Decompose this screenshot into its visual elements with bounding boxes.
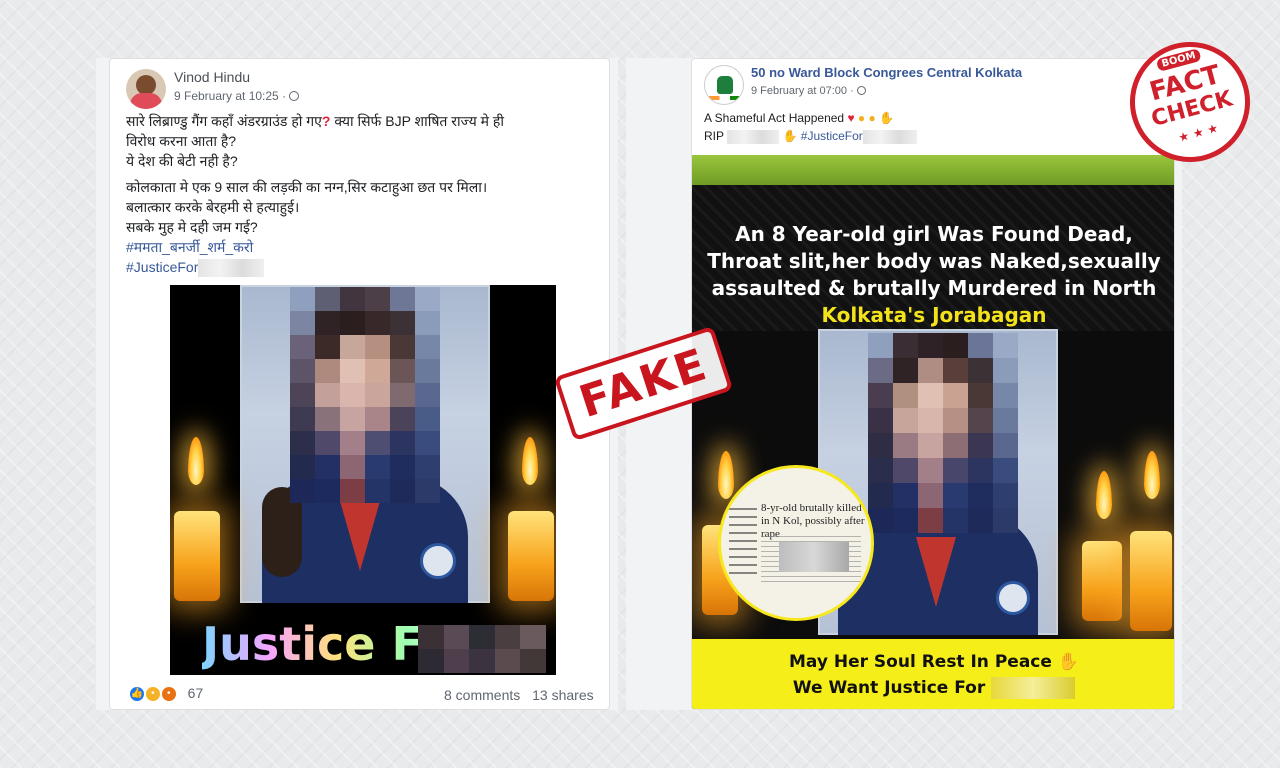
headline-line-1: An 8 Year-old girl Was Found Dead, xyxy=(735,222,1133,246)
clip-side-text xyxy=(729,508,757,578)
newspaper-clip: 8-yr-old brutally killed in N Kol, possi… xyxy=(718,465,874,621)
post-line-4: कोलकाता मे एक 9 साल की लड़की का नग्न,सिर… xyxy=(126,179,488,195)
right-candle xyxy=(508,511,554,601)
left-candle xyxy=(174,511,220,601)
globe-icon-right xyxy=(856,86,866,95)
reaction-count: 67 xyxy=(187,685,204,701)
poster-pixelated-face xyxy=(868,333,1018,533)
poster-image[interactable]: An 8 Year-old girl Was Found Dead, Throa… xyxy=(692,155,1174,709)
shares-link[interactable]: 13 shares xyxy=(532,687,593,703)
post-line-6: सबके मुह मे दही जम गई? xyxy=(126,219,258,235)
post-line-3: ये देश की बेटी नही है? xyxy=(126,153,238,169)
post-body-right: A Shameful Act Happened ♥ ● ● ✋ RIP ✋ #J… xyxy=(704,109,1164,145)
post-line-1: सारे लिब्राण्डु गैंग कहाँ अंडरग्राउंड हो… xyxy=(126,113,322,129)
timestamp-text: 9 February at 10:25 · xyxy=(174,89,287,103)
headline-line-3: assaulted & brutally Murdered in North xyxy=(711,276,1157,300)
comments-link[interactable]: 8 comments xyxy=(444,687,520,703)
rip-text: RIP xyxy=(704,129,724,143)
angry-icon: • xyxy=(159,685,178,704)
portrait-frame xyxy=(240,285,490,603)
broken-heart-icon: ♥ xyxy=(847,111,855,125)
headline-line-2: Throat slit,her body was Naked,sexually xyxy=(707,249,1161,273)
sad-face-icon: ● xyxy=(868,111,876,125)
post-line-2: विरोध करना आता है? xyxy=(126,133,237,149)
redacted-name xyxy=(198,259,265,278)
hashtag-mamata[interactable]: #ममता_बनर्जी_शर्म_करो xyxy=(126,237,596,257)
poster-right-candle-2 xyxy=(1130,531,1172,631)
poster-right-flame-1 xyxy=(1096,471,1112,519)
timestamp-text-right: 9 February at 07:00 · xyxy=(751,85,854,97)
hashtag-justice[interactable]: #JusticeFor xyxy=(126,259,198,275)
post-image[interactable]: Justice For xyxy=(170,285,556,675)
poster-headline: An 8 Year-old girl Was Found Dead, Throa… xyxy=(692,221,1174,329)
engagement-stats: 8 comments 13 shares xyxy=(444,687,594,703)
redacted-name-rip xyxy=(727,129,780,144)
post-line-5: बलात्कार करके बेरहमी से हत्याहुई। xyxy=(126,199,300,215)
hand-icon xyxy=(717,76,733,94)
headline-line-4: Kolkata's Jorabagan xyxy=(821,303,1047,327)
reactions-row[interactable]: 👍 • • 67 xyxy=(128,685,204,704)
poster-footer: May Her Soul Rest In Peace ✋ We Want Jus… xyxy=(692,639,1174,709)
congress-logo-avatar[interactable] xyxy=(704,65,744,105)
post-line-shameful: A Shameful Act Happened xyxy=(704,111,845,125)
post-timestamp[interactable]: 9 February at 10:25 · xyxy=(174,89,300,103)
left-post-card: Vinod Hindu 9 February at 10:25 · सारे ल… xyxy=(109,58,610,710)
redacted-name-footer xyxy=(991,677,1076,699)
poster-right-flame-2 xyxy=(1144,451,1160,499)
school-emblem xyxy=(420,543,456,579)
right-post-card: 50 no Ward Block Congrees Central Kolkat… xyxy=(691,58,1175,710)
page-name[interactable]: 50 no Ward Block Congrees Central Kolkat… xyxy=(751,65,1022,80)
poster-right-candle-1 xyxy=(1082,541,1122,621)
right-candle-flame xyxy=(522,437,538,485)
folded-hands-icon-3: ✋ xyxy=(1057,652,1079,672)
author-name[interactable]: Vinod Hindu xyxy=(174,69,250,85)
folded-hands-icon-2: ✋ xyxy=(782,129,798,143)
redacted-name-pixels xyxy=(418,625,546,673)
poster-top-band xyxy=(692,155,1174,185)
folded-hands-icon: ✋ xyxy=(879,111,895,125)
footer-line-2: We Want Justice For xyxy=(792,678,986,698)
poster-left-flame xyxy=(718,451,734,499)
post-line-1-rest: क्या सिर्फ BJP शाषित राज्य मे ही xyxy=(330,113,504,129)
author-avatar[interactable] xyxy=(126,69,166,109)
globe-icon xyxy=(289,91,300,101)
footer-line-1: May Her Soul Rest In Peace xyxy=(789,652,1052,672)
hashtag-justice-right[interactable]: #JusticeFor xyxy=(801,129,863,143)
redacted-name-hashtag xyxy=(862,129,917,144)
left-candle-flame xyxy=(188,437,204,485)
post-timestamp-right[interactable]: 9 February at 07:00 · xyxy=(751,85,866,97)
clip-redacted xyxy=(779,542,849,572)
crying-face-icon: ● xyxy=(857,111,866,125)
post-body: सारे लिब्राण्डु गैंग कहाँ अंडरग्राउंड हो… xyxy=(126,111,596,278)
pixelated-face xyxy=(290,287,440,503)
